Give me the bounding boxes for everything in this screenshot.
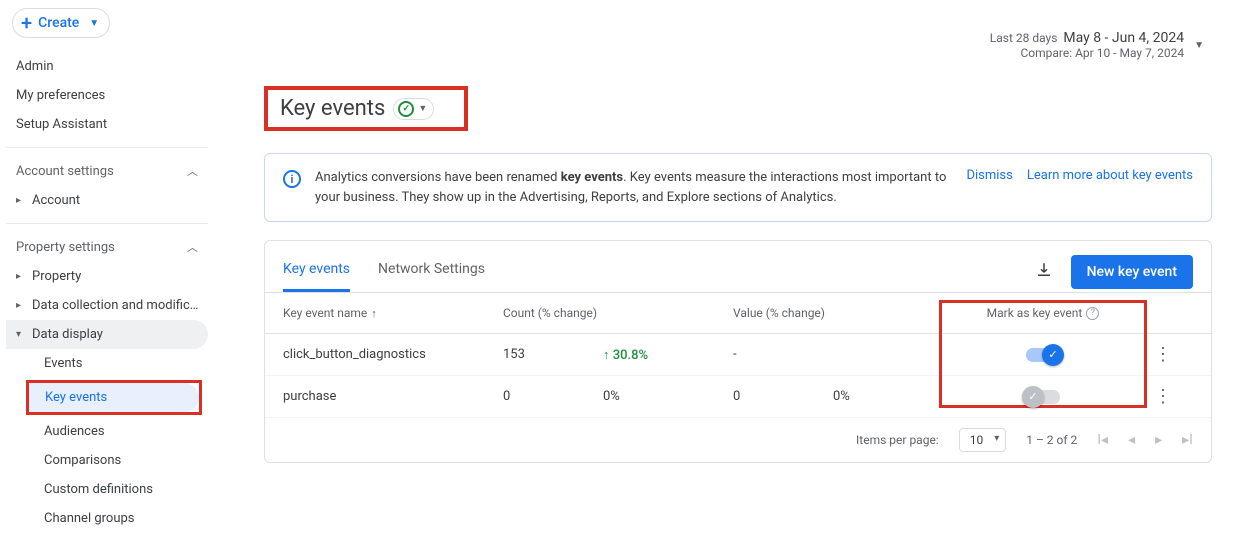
sort-asc-icon: ↑ (371, 307, 377, 320)
check-circle-icon: ✓ (398, 101, 414, 117)
nav-sub-audiences[interactable]: Audiences (6, 417, 208, 446)
info-text: Analytics conversions have been renamed … (315, 168, 952, 207)
row-menu-button[interactable]: ⋮ (1133, 386, 1193, 407)
nav-account[interactable]: ▸ Account (6, 186, 208, 215)
table-row: purchase 0 0% 0 0% ✓ ⋮ (265, 376, 1211, 418)
cell-name: purchase (283, 389, 503, 404)
new-key-event-button[interactable]: New key event (1071, 255, 1193, 289)
download-icon[interactable] (1035, 261, 1053, 283)
cell-value: 0 (733, 389, 833, 404)
page-next-icon[interactable]: ▸ (1155, 432, 1162, 448)
nav-admin[interactable]: Admin (6, 52, 208, 81)
table-row: click_button_diagnostics 153 ↑ 30.8% - ✓… (265, 334, 1211, 376)
learn-more-link[interactable]: Learn more about key events (1027, 168, 1193, 183)
col-name[interactable]: Key event name↑ (283, 306, 503, 320)
nav-sub-key-events[interactable]: Key events (29, 383, 199, 412)
dismiss-link[interactable]: Dismiss (966, 168, 1012, 183)
key-events-card: Key events Network Settings New key even… (264, 240, 1212, 463)
cell-count-change: 0% (603, 389, 733, 404)
caret-right-icon: ▸ (16, 271, 26, 282)
cell-count: 0 (503, 389, 603, 404)
paginator: Items per page: 10 1 – 2 of 2 I◂ ◂ ▸ ▸I (265, 418, 1211, 462)
highlight-title: Key events ✓ ▼ (264, 86, 468, 131)
items-per-page-label: Items per page: (856, 433, 939, 447)
check-icon: ✓ (1042, 344, 1064, 366)
nav-sub-custom-definitions[interactable]: Custom definitions (6, 475, 208, 504)
table-header: Key event name↑ Count (% change) Value (… (265, 292, 1211, 334)
sidebar: + Create ▼ Admin My preferences Setup As… (0, 0, 214, 529)
tab-key-events[interactable]: Key events (283, 251, 350, 292)
help-icon[interactable]: ? (1086, 307, 1099, 320)
chevron-down-icon: ▼ (418, 103, 427, 114)
main-content: Last 28 days May 8 - Jun 4, 2024 Compare… (214, 0, 1233, 529)
chevron-down-icon: ▼ (89, 18, 99, 29)
date-range-picker[interactable]: Last 28 days May 8 - Jun 4, 2024 Compare… (990, 30, 1204, 60)
page-first-icon[interactable]: I◂ (1097, 432, 1108, 448)
page-range: 1 – 2 of 2 (1026, 433, 1077, 447)
section-property-settings[interactable]: Property settings ︿ (6, 232, 208, 262)
page-prev-icon[interactable]: ◂ (1128, 432, 1135, 448)
info-banner: i Analytics conversions have been rename… (264, 153, 1212, 222)
status-badge-dropdown[interactable]: ✓ ▼ (393, 98, 434, 120)
col-count[interactable]: Count (% change) (503, 306, 733, 320)
nav-property[interactable]: ▸ Property (6, 262, 208, 291)
nav-sub-comparisons[interactable]: Comparisons (6, 446, 208, 475)
caret-down-icon: ▾ (16, 329, 26, 340)
caret-right-icon: ▸ (16, 195, 26, 206)
mark-toggle[interactable]: ✓ (1026, 390, 1060, 404)
nav-setup-assistant[interactable]: Setup Assistant (6, 110, 208, 139)
items-per-page-select[interactable]: 10 (959, 428, 1007, 452)
caret-right-icon: ▸ (16, 300, 26, 311)
chevron-down-icon[interactable]: ▼ (1194, 40, 1204, 51)
page-last-icon[interactable]: ▸I (1182, 432, 1193, 448)
cell-name: click_button_diagnostics (283, 347, 503, 362)
highlight-key-events-nav: Key events (26, 380, 202, 415)
nav-sub-events[interactable]: Events (6, 349, 208, 378)
col-value[interactable]: Value (% change) (733, 306, 953, 320)
mark-toggle[interactable]: ✓ (1026, 348, 1060, 362)
cell-value-change: 0% (833, 389, 953, 404)
create-button[interactable]: + Create ▼ (12, 8, 110, 38)
col-mark: Mark as key event ? (953, 306, 1133, 320)
cell-count-change: ↑ 30.8% (603, 347, 733, 363)
nav-my-preferences[interactable]: My preferences (6, 81, 208, 110)
nav-data-collection[interactable]: ▸ Data collection and modification (6, 291, 208, 320)
page-title: Key events (280, 96, 385, 121)
nav-data-display[interactable]: ▾ Data display (6, 320, 208, 349)
chevron-up-icon: ︿ (187, 239, 198, 255)
check-icon: ✓ (1022, 386, 1044, 408)
plus-icon: + (21, 16, 32, 30)
cell-count: 153 (503, 347, 603, 362)
create-label: Create (38, 15, 79, 31)
row-menu-button[interactable]: ⋮ (1133, 344, 1193, 365)
section-account-settings[interactable]: Account settings ︿ (6, 156, 208, 186)
tab-network-settings[interactable]: Network Settings (378, 251, 485, 292)
info-icon: i (283, 170, 301, 188)
cell-value: - (733, 347, 833, 362)
chevron-up-icon: ︿ (187, 163, 198, 179)
